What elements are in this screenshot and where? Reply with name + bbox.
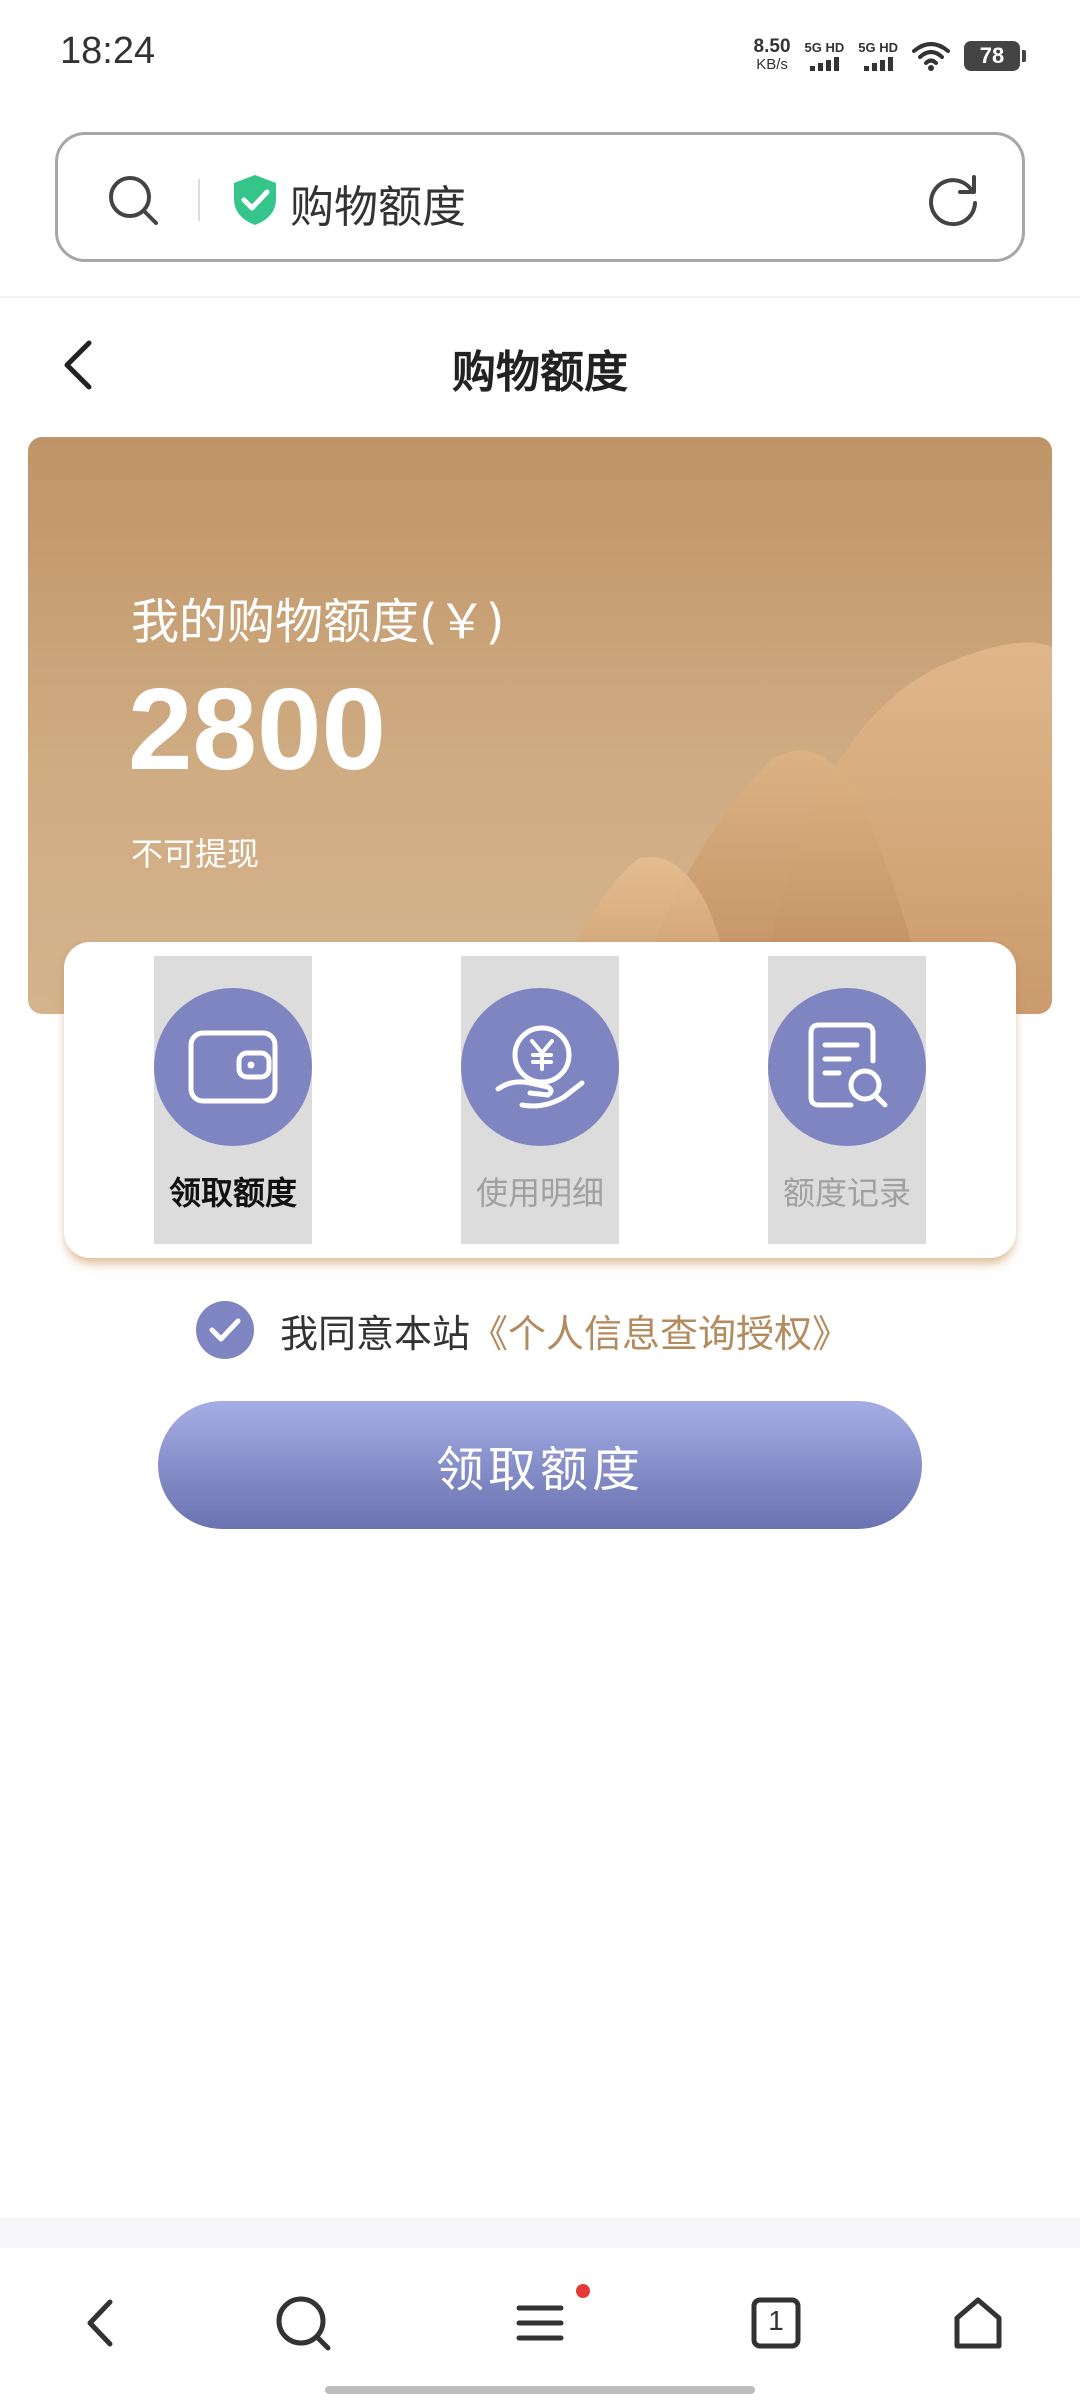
- address-text[interactable]: 购物额度: [290, 171, 466, 235]
- action-label: 使用明细: [475, 1174, 604, 1212]
- credit-amount: 2800: [128, 664, 387, 794]
- claim-credit-button[interactable]: 领取额度: [158, 1401, 922, 1529]
- status-indicators: 8.50 KB/s 5G HD 5G HD 78: [753, 34, 1026, 78]
- battery-icon: 78: [964, 41, 1026, 71]
- agreement-text: 我同意本站: [280, 1311, 471, 1356]
- agreement-checkbox[interactable]: [196, 1301, 254, 1359]
- credit-banner: 我的购物额度(￥) 2800 不可提现: [28, 437, 1052, 1014]
- network-speed: 8.50 KB/s: [753, 36, 791, 74]
- yuan-hand-icon: [461, 988, 619, 1146]
- page-title: 购物额度: [452, 347, 628, 398]
- credit-note: 不可提现: [131, 835, 260, 873]
- status-bar: 18:24 8.50 KB/s 5G HD 5G HD 78: [0, 0, 1080, 110]
- action-usage-details[interactable]: 使用明细: [461, 956, 619, 1244]
- credit-label: 我的购物额度(￥): [131, 594, 505, 650]
- sim2-label: 5G HD: [858, 40, 898, 55]
- home-icon[interactable]: [943, 2288, 1013, 2358]
- browser-bottom-nav: 1: [0, 2248, 1080, 2400]
- sim2-signal-icon: 5G HD: [858, 41, 898, 71]
- wifi-icon: [912, 42, 950, 71]
- tab-count: 1: [768, 2305, 784, 2336]
- refresh-icon[interactable]: [924, 171, 982, 229]
- tabs-icon[interactable]: 1: [741, 2288, 811, 2358]
- sim1-signal-icon: 5G HD: [804, 40, 845, 71]
- home-indicator[interactable]: [325, 2386, 755, 2394]
- agreement-row: 我同意本站 《个人信息查询授权》: [196, 1300, 850, 1360]
- notification-dot: [576, 2284, 590, 2298]
- action-label: 额度记录: [782, 1174, 911, 1212]
- action-label: 领取额度: [168, 1174, 297, 1212]
- address-divider: [198, 179, 200, 221]
- back-icon[interactable]: [68, 2288, 138, 2358]
- browser-address-bar[interactable]: 购物额度: [55, 132, 1025, 262]
- action-card: 领取额度 使用明细 额度记录: [64, 942, 1016, 1258]
- action-claim-credit[interactable]: 领取额度: [154, 956, 312, 1244]
- document-search-icon: [768, 988, 926, 1146]
- battery-level: 78: [979, 43, 1005, 68]
- sim1-label: 5G HD: [804, 40, 845, 55]
- agreement-link[interactable]: 《个人信息查询授权》: [470, 1303, 850, 1358]
- bottom-divider: [0, 2218, 1080, 2248]
- shield-check-icon: [234, 175, 276, 225]
- wallet-icon: [154, 988, 312, 1146]
- search-icon[interactable]: [268, 2288, 338, 2358]
- header-divider: [0, 296, 1080, 298]
- network-speed-value: 8.50: [753, 36, 791, 57]
- check-icon: [209, 1318, 241, 1342]
- action-credit-records[interactable]: 额度记录: [768, 956, 926, 1244]
- status-time: 18:24: [60, 30, 156, 72]
- network-speed-unit: KB/s: [756, 56, 788, 73]
- menu-icon[interactable]: [505, 2288, 575, 2358]
- search-icon[interactable]: [106, 173, 160, 227]
